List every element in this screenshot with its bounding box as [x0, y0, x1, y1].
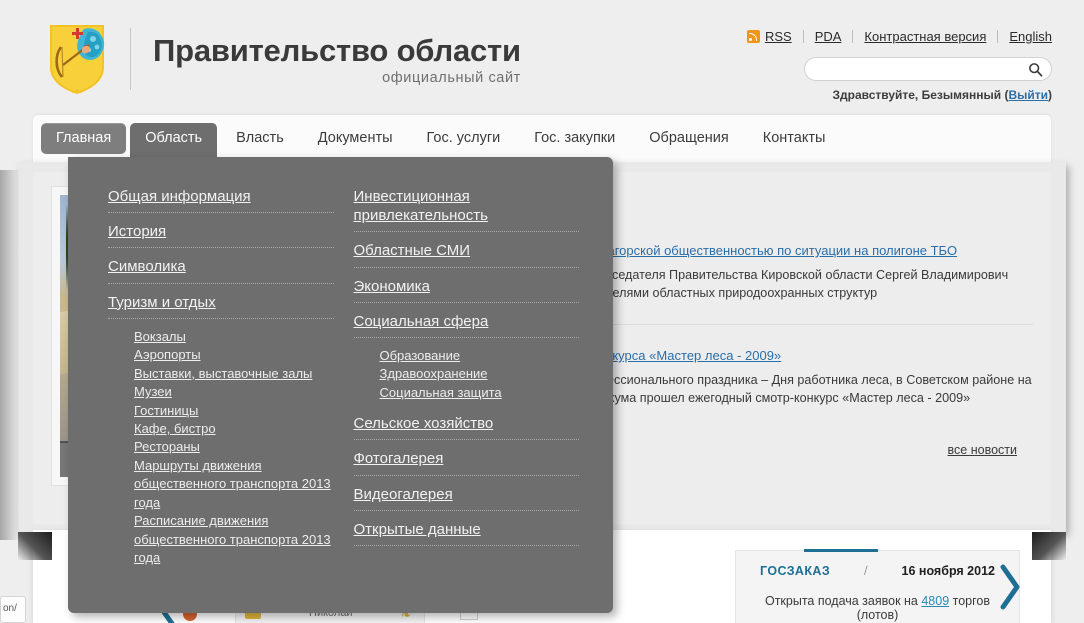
menu-link-right-4[interactable]: Сельское хозяйство — [353, 414, 579, 441]
goszakaz-header: ГОСЗАКАЗ / 16 ноября 2012 — [750, 563, 1005, 578]
menu-subitem-left-3-6[interactable]: Рестораны — [134, 438, 334, 456]
site-subtitle: официальный сайт — [382, 69, 521, 86]
dropdown-menu-oblast: Общая информация История Символика Туризм и… — [68, 157, 613, 613]
menu-link-left-1[interactable]: История — [108, 222, 334, 249]
site-brand[interactable]: Правительство области официальный сайт — [48, 23, 521, 95]
all-news-link[interactable]: все новости — [948, 443, 1017, 457]
menu-column-left: Общая информация История Символика Туризм и… — [108, 187, 334, 613]
menu-subitem-left-3-3[interactable]: Музеи — [134, 383, 334, 401]
pda-link[interactable]: PDA — [815, 29, 842, 44]
contrast-version-link[interactable]: Контрастная версия — [864, 29, 986, 44]
menu-link-left-2[interactable]: Символика — [108, 257, 334, 284]
panel-corner-shadow-left — [18, 532, 52, 560]
search-box[interactable] — [804, 57, 1052, 81]
browser-url-chip: on/ — [0, 596, 26, 623]
search-input[interactable] — [805, 62, 1025, 76]
menu-subitem-left-3-0[interactable]: Вокзалы — [134, 328, 334, 346]
greeting-close: ) — [1048, 88, 1052, 102]
divider — [802, 30, 804, 43]
menu-link-left-3[interactable]: Туризм и отдых — [108, 293, 334, 319]
panel-left-shadow — [0, 170, 20, 540]
goszakaz-date: 16 ноября 2012 — [901, 564, 995, 578]
rss-icon — [746, 30, 760, 43]
rss-link[interactable]: RSS — [765, 29, 792, 44]
divider — [852, 30, 854, 43]
separator: / — [863, 563, 868, 578]
nav-item-4[interactable]: Гос. услуги — [412, 123, 516, 154]
menu-link-right-0[interactable]: Инвестиционная привлекательность — [353, 187, 579, 233]
menu-link-right-6[interactable]: Видеогалерея — [353, 485, 579, 511]
english-link[interactable]: English — [1009, 29, 1052, 44]
menu-subitem-right-3-2[interactable]: Социальная защита — [380, 384, 580, 402]
carousel-next-icon[interactable] — [997, 564, 1023, 610]
goszakaz-label: ГОСЗАКАЗ — [760, 564, 831, 578]
brand-divider — [130, 28, 131, 90]
menu-subitem-left-3-4[interactable]: Гостиницы — [134, 402, 334, 420]
menu-link-right-2[interactable]: Экономика — [353, 277, 579, 303]
menu-subitem-left-3-5[interactable]: Кафе, бистро — [134, 420, 334, 438]
page-root: Правительство области официальный сайт R… — [0, 0, 1084, 623]
greeting-text: Здравствуйте, Безымянный (Выйти) — [832, 88, 1052, 102]
nav-item-3[interactable]: Документы — [303, 123, 408, 154]
utility-links: RSS PDA Контрастная версия English — [746, 29, 1052, 44]
menu-sublist-left-3: Вокзалы Аэропорты Выставки, выставочные за… — [134, 328, 334, 568]
page-title: Правительство области — [153, 33, 521, 69]
menu-link-right-5[interactable]: Фотогалерея — [353, 449, 579, 476]
goszakaz-count-link[interactable]: 4809 — [921, 594, 949, 608]
coat-of-arms-icon — [50, 25, 105, 94]
menu-subitem-left-3-1[interactable]: Аэропорты — [134, 346, 334, 364]
menu-subitem-left-3-2[interactable]: Выставки, выставочные залы — [134, 365, 334, 383]
menu-subitem-right-3-1[interactable]: Здравоохранение — [380, 365, 580, 383]
menu-column-right: Инвестиционная привлекательность Областны… — [353, 187, 580, 613]
search-icon — [1028, 62, 1042, 77]
nav-item-0[interactable]: Главная — [41, 123, 127, 154]
nav-item-2[interactable]: Власть — [221, 123, 299, 154]
nav-item-7[interactable]: Контакты — [748, 123, 841, 154]
site-header: Правительство области официальный сайт R… — [0, 0, 1084, 118]
nav-item-5[interactable]: Гос. закупки — [519, 123, 630, 154]
logout-link[interactable]: Выйти — [1008, 88, 1048, 102]
panel-corner-shadow-right — [1032, 532, 1066, 560]
search-button[interactable] — [1025, 58, 1051, 80]
goszakaz-text-before: Открыта подача заявок на — [764, 594, 922, 608]
menu-link-left-0[interactable]: Общая информация — [108, 187, 334, 214]
divider — [997, 30, 999, 43]
nav-item-6[interactable]: Обращения — [634, 123, 744, 154]
greeting-label: Здравствуйте, Безымянный ( — [832, 88, 1009, 102]
menu-sublist-right-3: Образование Здравоохранение Социальная защ… — [380, 347, 580, 402]
menu-subitem-right-3-0[interactable]: Образование — [380, 347, 580, 365]
menu-link-right-1[interactable]: Областные СМИ — [353, 241, 579, 268]
menu-link-right-3[interactable]: Социальная сфера — [353, 312, 579, 338]
menu-link-right-7[interactable]: Открытые данные — [353, 520, 579, 547]
menu-subitem-left-3-8[interactable]: Расписание движения общественного трансп… — [134, 512, 334, 567]
menu-subitem-left-3-7[interactable]: Маршруты движения общественного транспор… — [134, 457, 334, 512]
